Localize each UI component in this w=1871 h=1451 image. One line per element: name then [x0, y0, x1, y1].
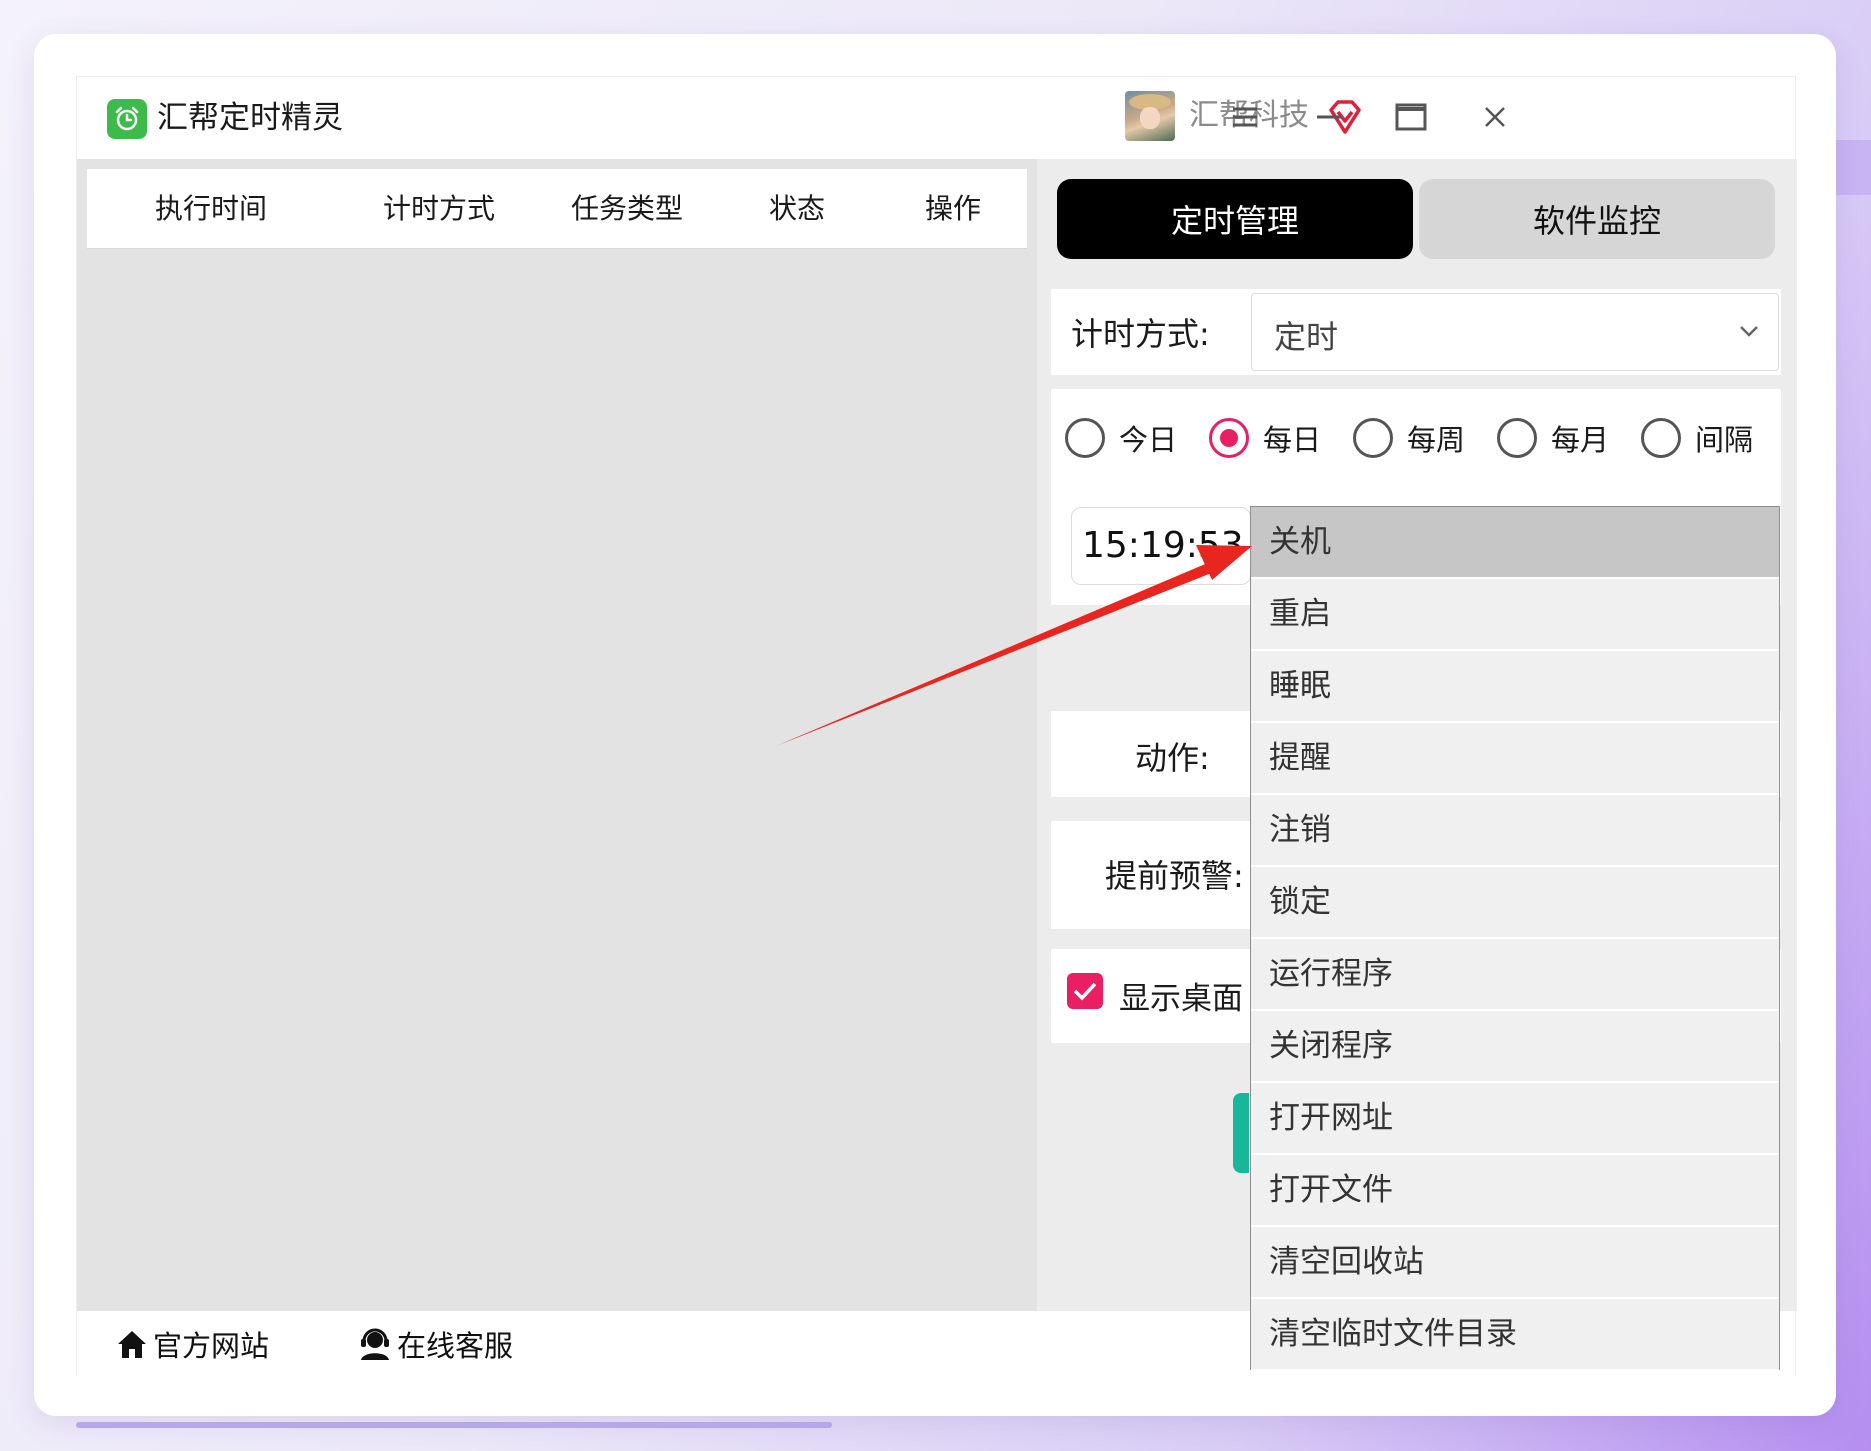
radio-circle[interactable] — [1497, 418, 1537, 458]
time-input[interactable]: 15:19:53 — [1071, 507, 1251, 585]
radio-monthly[interactable]: 每月 — [1497, 417, 1609, 459]
radio-label: 每月 — [1551, 423, 1610, 457]
headset-icon — [361, 1328, 389, 1360]
desktop-checkbox-label: 显示桌面 — [1119, 981, 1243, 1017]
timing-mode-label: 计时方式: — [1071, 315, 1210, 353]
desktop-checkbox[interactable] — [1067, 973, 1103, 1009]
dropdown-option-sleep[interactable]: 睡眠 — [1251, 651, 1779, 723]
add-task-button[interactable] — [1233, 1093, 1249, 1173]
radio-label: 每日 — [1263, 423, 1322, 457]
dropdown-option-restart[interactable]: 重启 — [1251, 579, 1779, 651]
app-title: 汇帮定时精灵 — [157, 100, 343, 136]
dropdown-option-close-program[interactable]: 关闭程序 — [1251, 1011, 1779, 1083]
timing-mode-row: 计时方式: 定时 — [1051, 289, 1781, 375]
website-label: 官方网站 — [153, 1329, 270, 1363]
dropdown-option-logout[interactable]: 注销 — [1251, 795, 1779, 867]
card-underline — [76, 1422, 832, 1428]
close-icon[interactable] — [1471, 93, 1519, 141]
website-link[interactable]: 官方网站 — [115, 1323, 269, 1365]
dropdown-option-clear-temp-dir[interactable]: 清空临时文件目录 — [1251, 1299, 1779, 1371]
task-list-panel: 执行时间 计时方式 任务类型 状态 操作 — [77, 159, 1037, 1311]
background-band — [1830, 140, 1871, 195]
radio-label: 每周 — [1407, 423, 1466, 457]
radio-today[interactable]: 今日 — [1065, 417, 1177, 459]
radio-daily[interactable]: 每日 — [1209, 417, 1321, 459]
dropdown-option-open-url[interactable]: 打开网址 — [1251, 1083, 1779, 1155]
radio-weekly[interactable]: 每周 — [1353, 417, 1465, 459]
home-icon — [118, 1331, 146, 1358]
dropdown-option-empty-recycle-bin[interactable]: 清空回收站 — [1251, 1227, 1779, 1299]
column-header[interactable]: 操作 — [925, 169, 981, 249]
radio-circle[interactable] — [1065, 418, 1105, 458]
radio-label: 今日 — [1119, 423, 1178, 457]
tab-software-monitor[interactable]: 软件监控 — [1419, 179, 1775, 259]
tab-timer-management[interactable]: 定时管理 — [1057, 179, 1413, 259]
minimize-icon[interactable] — [1305, 93, 1353, 141]
dropdown-option-run-program[interactable]: 运行程序 — [1251, 939, 1779, 1011]
support-link[interactable]: 在线客服 — [357, 1323, 513, 1365]
action-dropdown-list[interactable]: 关机 重启 睡眠 提醒 注销 锁定 运行程序 关闭程序 打开网址 打开文件 清空… — [1250, 506, 1780, 1371]
radio-circle[interactable] — [1641, 418, 1681, 458]
action-label: 动作: — [1135, 739, 1210, 777]
timing-mode-value: 定时 — [1274, 318, 1339, 356]
column-header[interactable]: 执行时间 — [155, 169, 267, 249]
dropdown-option-open-file[interactable]: 打开文件 — [1251, 1155, 1779, 1227]
dropdown-option-reminder[interactable]: 提醒 — [1251, 723, 1779, 795]
support-label: 在线客服 — [397, 1329, 514, 1363]
chevron-down-icon — [1740, 326, 1758, 337]
dropdown-option-shutdown[interactable]: 关机 — [1251, 507, 1779, 579]
radio-interval[interactable]: 间隔 — [1641, 417, 1753, 459]
column-header[interactable]: 计时方式 — [383, 169, 495, 249]
radio-circle[interactable] — [1209, 418, 1249, 458]
alarm-clock-icon — [107, 99, 147, 139]
dropdown-option-lock[interactable]: 锁定 — [1251, 867, 1779, 939]
user-avatar[interactable] — [1125, 91, 1175, 141]
column-header[interactable]: 状态 — [769, 169, 825, 249]
radio-circle[interactable] — [1353, 418, 1393, 458]
column-header[interactable]: 任务类型 — [571, 169, 683, 249]
menu-icon[interactable] — [1221, 93, 1269, 141]
radio-label: 间隔 — [1695, 423, 1754, 457]
timing-mode-select[interactable]: 定时 — [1251, 293, 1779, 371]
maximize-icon[interactable] — [1387, 93, 1435, 141]
table-header: 执行时间 计时方式 任务类型 状态 操作 — [87, 169, 1027, 249]
checkmark-icon — [1073, 982, 1097, 1001]
warning-label: 提前预警: — [1105, 857, 1244, 895]
title-bar: 汇帮定时精灵 汇帮科技 — [77, 77, 1795, 159]
